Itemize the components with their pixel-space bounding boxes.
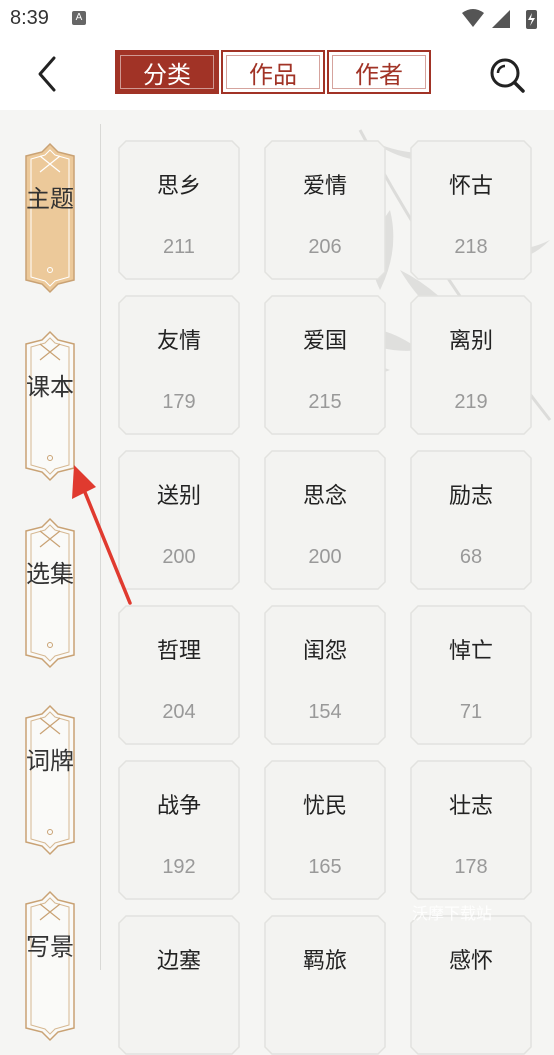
tab-category[interactable]: 分类 (115, 50, 219, 94)
tab-works[interactable]: 作品 (221, 50, 325, 94)
category-card[interactable]: 边塞 (118, 915, 240, 1055)
card-frame (264, 605, 386, 745)
category-name: 闺怨 (302, 639, 347, 664)
category-card[interactable]: 思乡 211 (118, 140, 240, 280)
status-time: 8:39 (10, 7, 49, 29)
card-frame (410, 295, 532, 435)
card-frame (118, 760, 240, 900)
category-card[interactable]: 离别 219 (410, 295, 532, 435)
sidebar-item-label: 写景 (26, 933, 74, 961)
category-count: 204 (162, 701, 196, 723)
app-bar: 分类 作品 作者 (0, 38, 554, 110)
signal-icon (492, 10, 510, 28)
category-name: 羁旅 (302, 949, 347, 974)
category-card[interactable]: 悼亡 71 (410, 605, 532, 745)
tab-frame (25, 890, 75, 1042)
category-name: 离别 (448, 329, 493, 354)
segmented-tabs: 分类 作品 作者 (115, 50, 431, 94)
status-icons (462, 9, 537, 29)
card-frame (118, 140, 240, 280)
category-name: 思念 (302, 484, 347, 509)
category-count: 206 (308, 236, 342, 258)
category-count: 154 (308, 701, 342, 723)
category-name: 哲理 (156, 639, 201, 664)
card-frame (264, 140, 386, 280)
card-frame (410, 140, 532, 280)
sidebar-item-theme[interactable]: 主题 (22, 142, 78, 294)
category-count: 211 (163, 236, 195, 258)
back-arrow-icon[interactable] (32, 54, 68, 94)
category-name: 怀古 (448, 174, 493, 199)
card-frame (410, 450, 532, 590)
search-icon[interactable] (488, 56, 526, 94)
category-count: 219 (454, 391, 488, 413)
category-name: 边塞 (156, 949, 201, 974)
category-card[interactable]: 怀古 218 (410, 140, 532, 280)
category-card[interactable]: 哲理 204 (118, 605, 240, 745)
card-frame (264, 450, 386, 590)
category-name: 忧民 (302, 794, 347, 819)
category-count: 218 (454, 236, 488, 258)
watermark: 沃摩下载站 (412, 904, 493, 923)
category-card[interactable]: 爱国 215 (264, 295, 386, 435)
category-name: 励志 (448, 484, 493, 509)
category-card[interactable]: 励志 68 (410, 450, 532, 590)
category-card[interactable]: 感怀 (410, 915, 532, 1055)
category-name: 友情 (156, 329, 201, 354)
category-name: 战争 (156, 794, 201, 819)
card-frame (264, 915, 386, 1055)
category-card[interactable]: 闺怨 154 (264, 605, 386, 745)
category-count: 200 (308, 546, 342, 568)
category-count: 179 (162, 391, 196, 413)
category-card[interactable]: 爱情 206 (264, 140, 386, 280)
card-frame (118, 605, 240, 745)
category-name: 壮志 (448, 794, 493, 819)
annotation-arrow (72, 465, 132, 605)
category-name: 感怀 (448, 949, 493, 974)
category-card[interactable]: 战争 192 (118, 760, 240, 900)
card-frame (410, 605, 532, 745)
card-frame (264, 760, 386, 900)
category-card[interactable]: 忧民 165 (264, 760, 386, 900)
category-name: 爱情 (302, 174, 347, 199)
tab-frame (25, 704, 75, 856)
category-card[interactable]: 壮志 178 (410, 760, 532, 900)
card-frame (118, 295, 240, 435)
category-name: 爱国 (302, 329, 347, 354)
category-card[interactable]: 友情 179 (118, 295, 240, 435)
category-name: 悼亡 (448, 639, 493, 664)
card-frame (410, 915, 532, 1055)
category-name: 思乡 (156, 174, 201, 199)
sidebar-item-label: 课本 (26, 373, 74, 401)
category-card[interactable]: 羁旅 (264, 915, 386, 1055)
tab-frame (25, 142, 75, 294)
sidebar-item-cipai[interactable]: 词牌 (22, 704, 78, 856)
status-bar: 8:39 A (0, 0, 554, 38)
category-count: 165 (308, 856, 342, 878)
category-count: 178 (454, 856, 488, 878)
tab-authors[interactable]: 作者 (327, 50, 431, 94)
sidebar-item-label: 主题 (26, 185, 74, 213)
wifi-icon (462, 9, 484, 27)
notification-icon: A (72, 11, 86, 25)
card-frame (264, 295, 386, 435)
card-frame (410, 760, 532, 900)
category-count: 215 (308, 391, 342, 413)
sidebar-item-label: 词牌 (26, 747, 74, 775)
category-count: 68 (459, 546, 483, 568)
card-frame (118, 915, 240, 1055)
category-card[interactable]: 思念 200 (264, 450, 386, 590)
category-count: 192 (162, 856, 196, 878)
sidebar-item-scenery[interactable]: 写景 (22, 890, 78, 1042)
category-count: 71 (459, 701, 483, 723)
